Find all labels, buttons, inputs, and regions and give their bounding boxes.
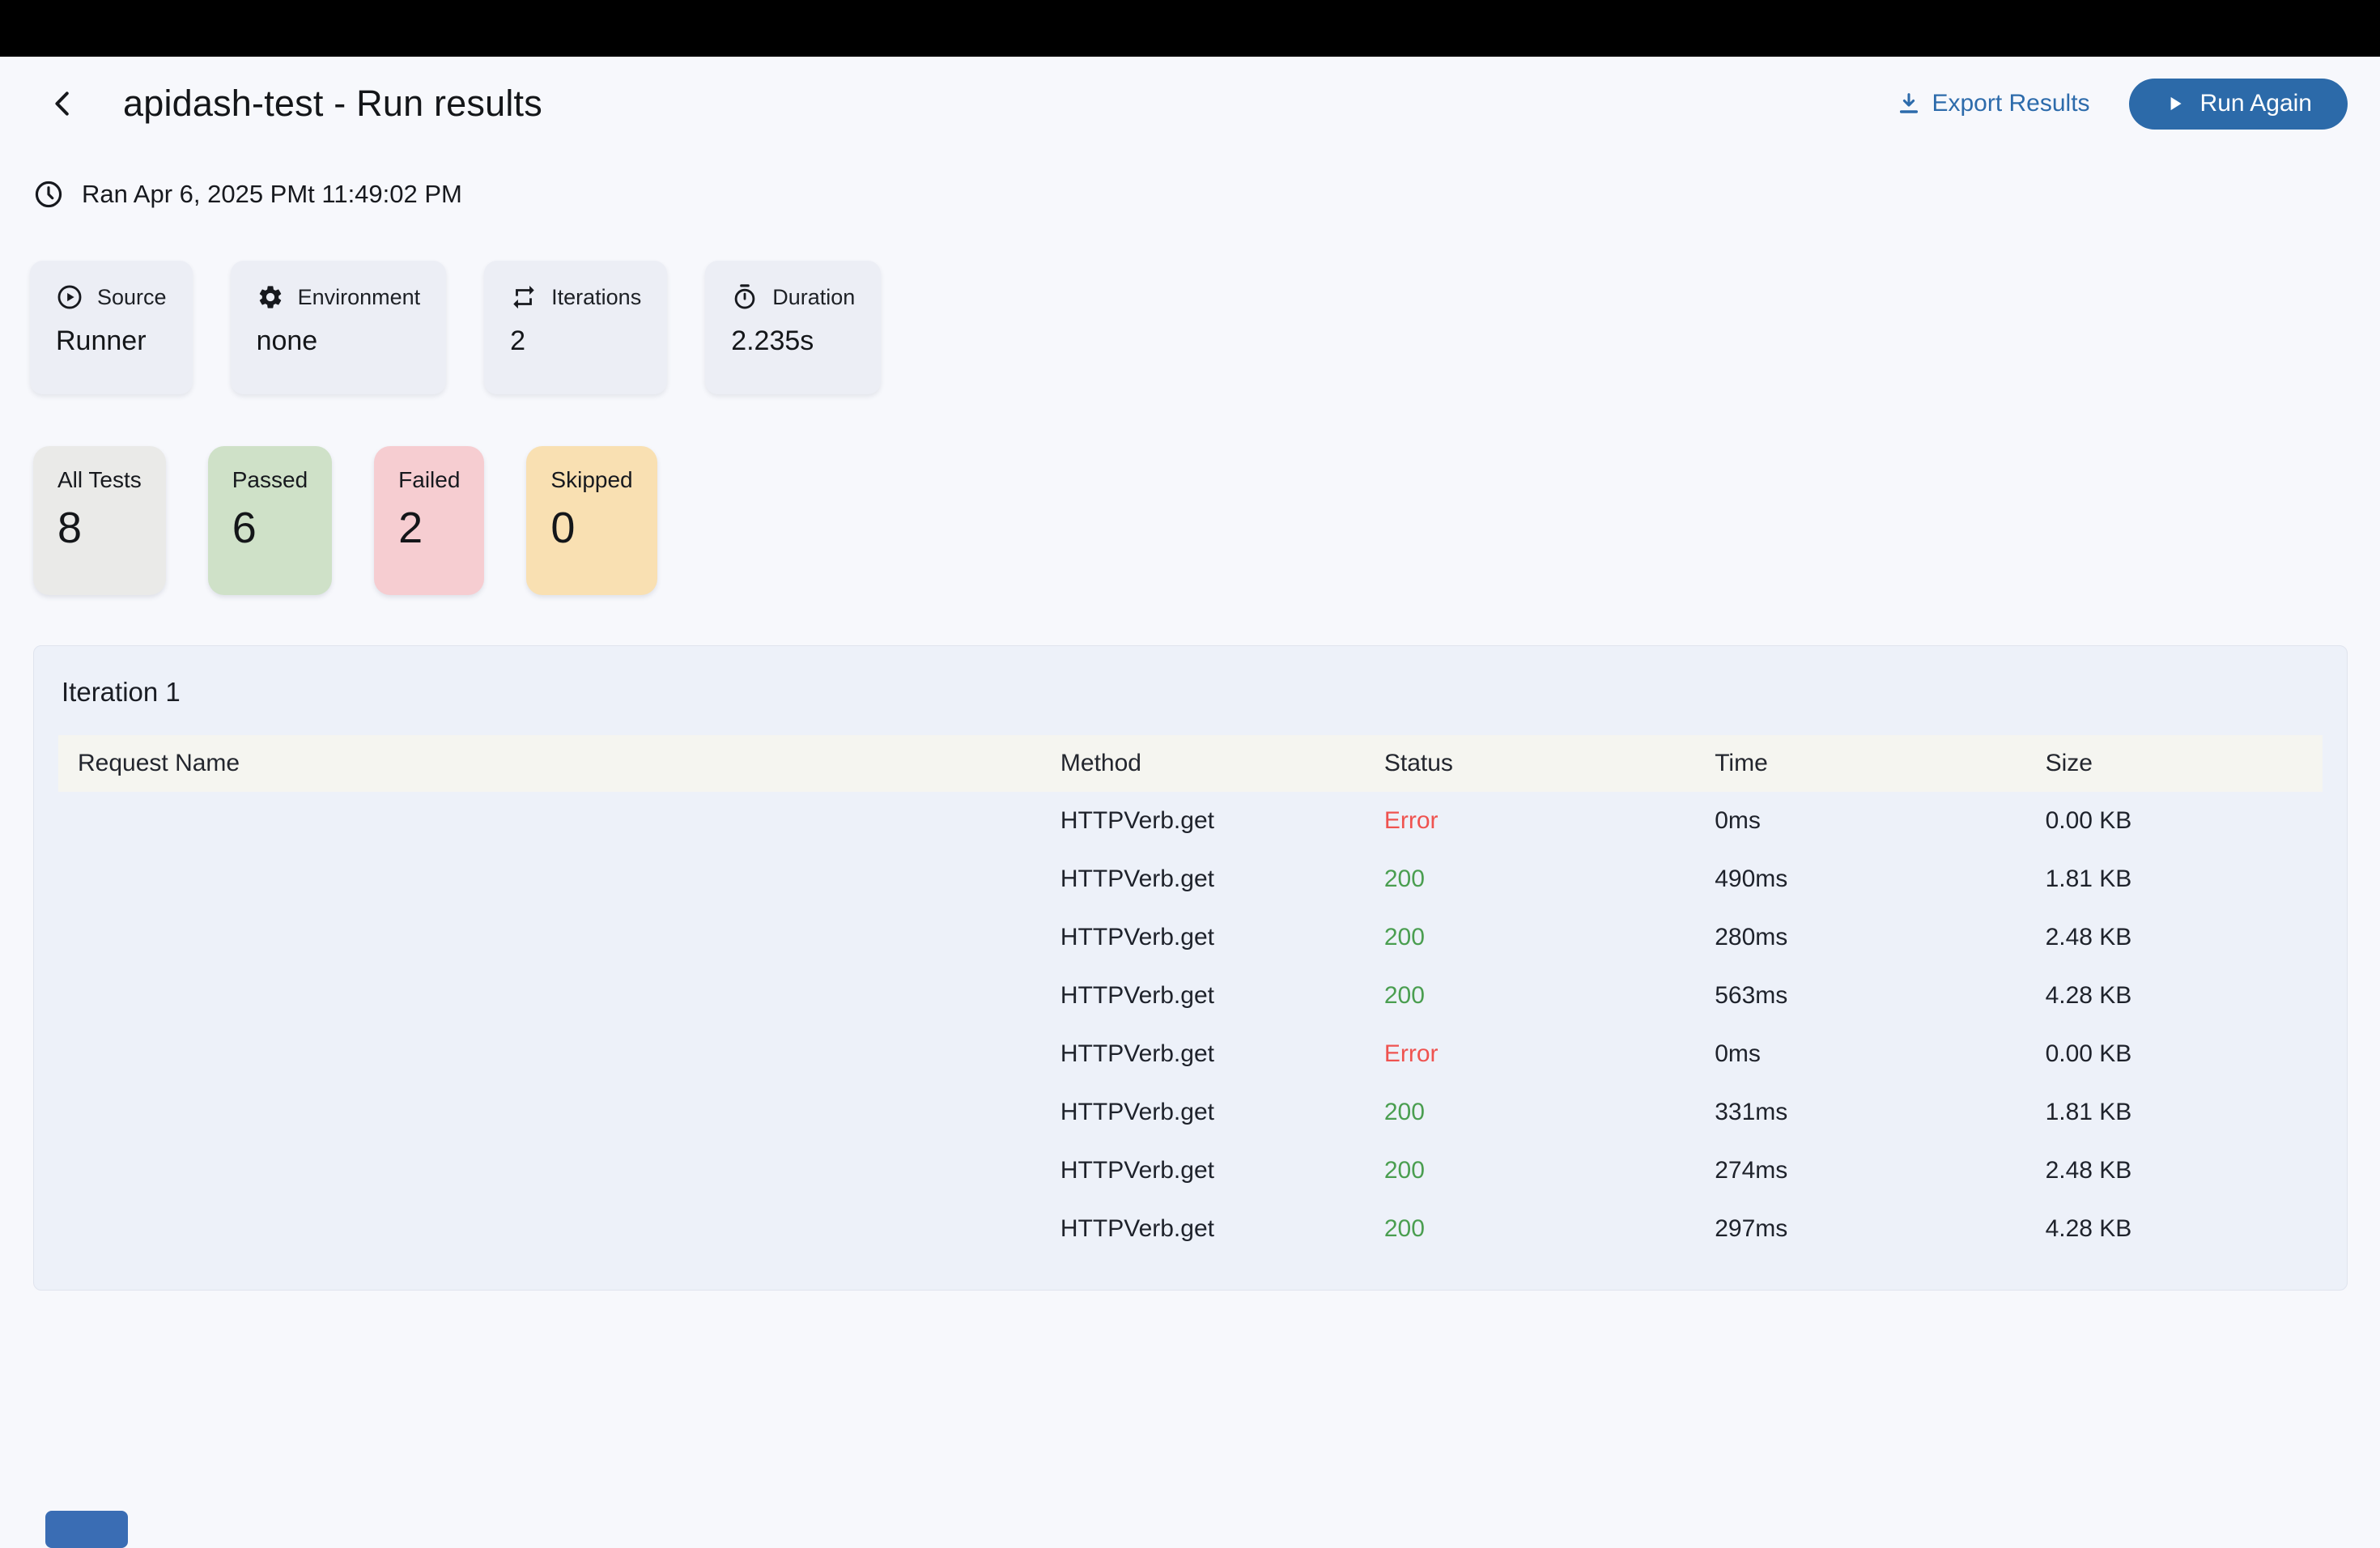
cell-method: HTTPVerb.get (1041, 982, 1365, 1010)
cell-size: 2.48 KB (2026, 1157, 2323, 1184)
table-row: HTTPVerb.get 200 331ms 1.81 KB (58, 1083, 2323, 1142)
table-row: HTTPVerb.get 200 490ms 1.81 KB (58, 850, 2323, 908)
test-stat-cards: All Tests 8 Passed 6 Failed 2 Skipped 0 (33, 446, 657, 595)
stat-value-passed: 6 (232, 503, 308, 553)
cell-method: HTTPVerb.get (1041, 1215, 1365, 1243)
table-row: HTTPVerb.get Error 0ms 0.00 KB (58, 1025, 2323, 1083)
stat-card-failed[interactable]: Failed 2 (374, 446, 484, 595)
horizontal-scrollbar-thumb[interactable] (45, 1511, 128, 1548)
back-chevron-icon (48, 88, 79, 119)
cell-status: Error (1365, 807, 1695, 835)
cell-method: HTTPVerb.get (1041, 924, 1365, 951)
play-circle-icon (56, 283, 83, 311)
cell-size: 4.28 KB (2026, 1215, 2323, 1243)
table-row: HTTPVerb.get 200 274ms 2.48 KB (58, 1142, 2323, 1200)
run-timestamp-row: Ran Apr 6, 2025 PMt 11:49:02 PM (33, 176, 462, 212)
cell-status: 200 (1365, 865, 1695, 893)
cell-size: 1.81 KB (2026, 865, 2323, 893)
cell-method: HTTPVerb.get (1041, 1040, 1365, 1068)
cell-method: HTTPVerb.get (1041, 807, 1365, 835)
run-timestamp: Ran Apr 6, 2025 PMt 11:49:02 PM (82, 180, 462, 209)
cell-time: 490ms (1695, 865, 2025, 893)
stat-value-skipped: 0 (550, 503, 632, 553)
cell-status: 200 (1365, 1215, 1695, 1243)
cell-time: 331ms (1695, 1099, 2025, 1126)
clock-icon (33, 179, 64, 210)
cell-status: 200 (1365, 1157, 1695, 1184)
cell-time: 274ms (1695, 1157, 2025, 1184)
table-row: HTTPVerb.get Error 0ms 0.00 KB (58, 792, 2323, 850)
column-header-method: Method (1041, 750, 1365, 777)
cell-time: 280ms (1695, 924, 2025, 951)
column-header-status: Status (1365, 750, 1695, 777)
info-label-source: Source (97, 285, 167, 310)
stat-card-all-tests[interactable]: All Tests 8 (33, 446, 166, 595)
cell-status: 200 (1365, 924, 1695, 951)
stat-value-all-tests: 8 (57, 503, 142, 553)
cell-time: 0ms (1695, 807, 2025, 835)
info-value-duration: 2.235s (731, 325, 855, 357)
iteration-title: Iteration 1 (62, 675, 2347, 709)
info-label-iterations: Iterations (551, 285, 641, 310)
run-again-button[interactable]: Run Again (2129, 79, 2348, 130)
page-title: apidash-test - Run results (123, 83, 542, 125)
cell-status: Error (1365, 1040, 1695, 1068)
cell-size: 0.00 KB (2026, 1040, 2323, 1068)
cell-method: HTTPVerb.get (1041, 1157, 1365, 1184)
cell-time: 0ms (1695, 1040, 2025, 1068)
info-value-environment: none (257, 325, 421, 357)
info-value-source: Runner (56, 325, 167, 357)
timer-icon (731, 283, 759, 311)
export-results-label: Export Results (1932, 90, 2089, 117)
stat-card-skipped[interactable]: Skipped 0 (526, 446, 657, 595)
table-row: HTTPVerb.get 200 297ms 4.28 KB (58, 1200, 2323, 1258)
info-card-source: Source Runner (30, 261, 193, 394)
column-header-request-name: Request Name (58, 750, 1041, 777)
stat-label-failed: Failed (398, 467, 460, 493)
cell-status: 200 (1365, 982, 1695, 1010)
play-icon (2165, 93, 2186, 114)
back-button[interactable] (45, 86, 81, 121)
stat-value-failed: 2 (398, 503, 460, 553)
gear-icon (257, 283, 284, 311)
table-row: HTTPVerb.get 200 563ms 4.28 KB (58, 967, 2323, 1025)
iteration-results-panel: Iteration 1 Request Name Method Status T… (33, 645, 2348, 1291)
cell-size: 4.28 KB (2026, 982, 2323, 1010)
download-icon (1896, 91, 1922, 117)
results-table: Request Name Method Status Time Size HTT… (58, 735, 2323, 1258)
cell-time: 297ms (1695, 1215, 2025, 1243)
info-label-environment: Environment (298, 285, 421, 310)
cell-size: 0.00 KB (2026, 807, 2323, 835)
cell-time: 563ms (1695, 982, 2025, 1010)
repeat-icon (510, 283, 538, 311)
run-info-cards: Source Runner Environment none Iteration… (30, 261, 881, 394)
export-results-button[interactable]: Export Results (1896, 90, 2089, 117)
window-top-bar (0, 0, 2380, 57)
stat-label-all-tests: All Tests (57, 467, 142, 493)
stat-label-skipped: Skipped (550, 467, 632, 493)
column-header-time: Time (1695, 750, 2025, 777)
results-table-header: Request Name Method Status Time Size (58, 735, 2323, 792)
cell-size: 2.48 KB (2026, 924, 2323, 951)
page-header: apidash-test - Run results Export Result… (45, 57, 2348, 151)
stat-card-passed[interactable]: Passed 6 (208, 446, 332, 595)
info-label-duration: Duration (772, 285, 855, 310)
header-actions: Export Results Run Again (1896, 79, 2348, 130)
cell-status: 200 (1365, 1099, 1695, 1126)
info-card-duration: Duration 2.235s (705, 261, 881, 394)
cell-method: HTTPVerb.get (1041, 865, 1365, 893)
cell-size: 1.81 KB (2026, 1099, 2323, 1126)
stat-label-passed: Passed (232, 467, 308, 493)
info-card-environment: Environment none (231, 261, 447, 394)
cell-method: HTTPVerb.get (1041, 1099, 1365, 1126)
info-card-iterations: Iterations 2 (484, 261, 667, 394)
run-again-label: Run Again (2200, 90, 2312, 117)
table-row: HTTPVerb.get 200 280ms 2.48 KB (58, 908, 2323, 967)
info-value-iterations: 2 (510, 325, 641, 357)
column-header-size: Size (2026, 750, 2323, 777)
